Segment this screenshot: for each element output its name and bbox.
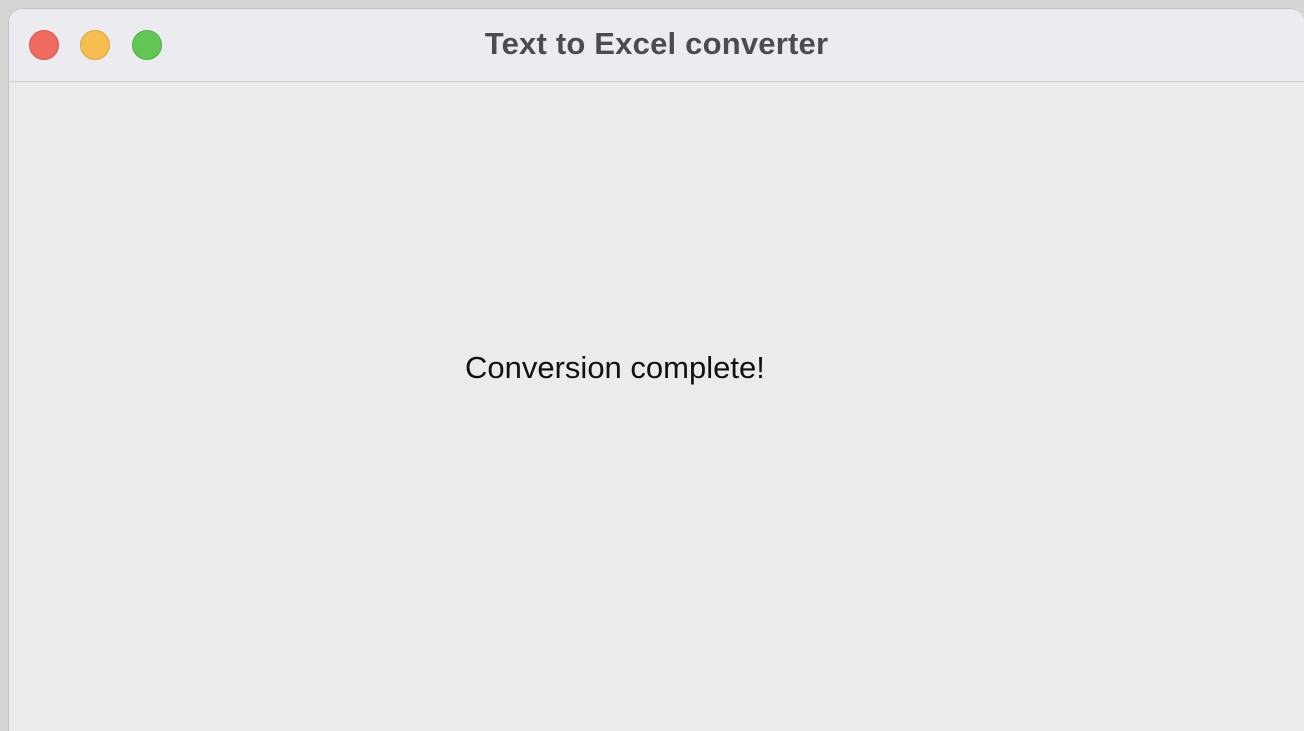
title-bar[interactable]: Text to Excel converter [9,9,1304,82]
app-window: Text to Excel converter Conversion compl… [8,8,1304,731]
window-content: Conversion complete! [9,82,1304,731]
status-message: Conversion complete! [465,350,765,385]
window-title: Text to Excel converter [484,26,829,61]
